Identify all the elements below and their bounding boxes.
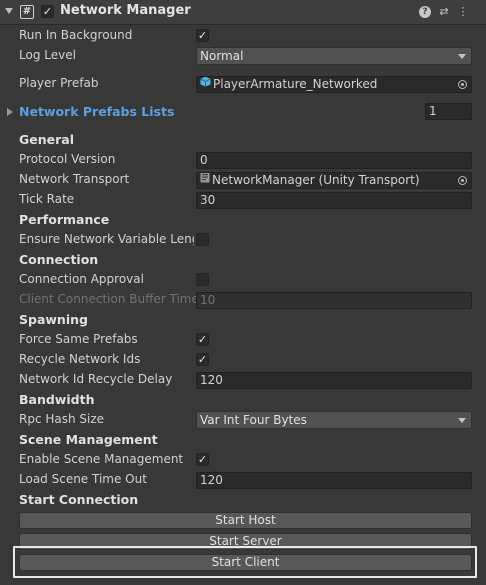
log-level-value: Normal (200, 49, 244, 63)
rpc-hash-size-dropdown[interactable]: Var Int Four Bytes (196, 411, 472, 429)
object-picker-icon[interactable] (458, 80, 467, 89)
log-level-label: Log Level (19, 48, 76, 62)
protocol-version-label: Protocol Version (19, 152, 116, 166)
load-scene-time-out-label: Load Scene Time Out (19, 472, 147, 486)
more-options-icon[interactable]: ⋮ (456, 5, 470, 19)
section-start-connection: Start Connection (19, 492, 139, 507)
rpc-hash-size-value: Var Int Four Bytes (200, 413, 307, 427)
network-prefabs-lists-label[interactable]: Network Prefabs Lists (19, 104, 174, 119)
network-prefabs-foldout-icon[interactable] (7, 108, 13, 116)
script-icon: # (20, 5, 34, 19)
section-performance: Performance (19, 212, 110, 227)
recycle-network-ids-label: Recycle Network Ids (19, 352, 141, 366)
object-picker-icon[interactable] (458, 176, 467, 185)
section-general: General (19, 132, 74, 147)
enable-scene-management-checkbox[interactable]: ✓ (196, 453, 209, 466)
foldout-arrow-icon[interactable] (5, 8, 13, 14)
tick-rate-label: Tick Rate (19, 192, 75, 206)
transport-script-icon (200, 173, 210, 187)
client-connection-buffer-label: Client Connection Buffer Timeo (19, 292, 196, 306)
section-spawning: Spawning (19, 312, 88, 327)
network-prefabs-lists-count[interactable]: 1 (425, 103, 472, 120)
network-id-recycle-delay-label: Network Id Recycle Delay (19, 372, 173, 386)
network-id-recycle-delay-input[interactable]: 120 (196, 372, 472, 389)
component-title: Network Manager (60, 3, 191, 18)
force-same-prefabs-label: Force Same Prefabs (19, 332, 138, 346)
chevron-down-icon (458, 54, 466, 59)
presets-icon[interactable]: ⇄ (437, 5, 451, 19)
prefab-cube-icon (200, 77, 211, 91)
client-connection-buffer-input: 10 (196, 292, 472, 309)
ensure-network-variable-label: Ensure Network Variable Lengt (19, 232, 194, 246)
component-enabled-checkbox[interactable]: ✓ (41, 5, 54, 18)
rpc-hash-size-label: Rpc Hash Size (19, 412, 105, 426)
tick-rate-input[interactable]: 30 (196, 192, 472, 209)
section-scene-management: Scene Management (19, 432, 158, 447)
run-in-background-checkbox[interactable]: ✓ (196, 29, 209, 42)
component-header: # ✓ Network Manager ? ⇄ ⋮ (0, 0, 486, 25)
connection-approval-checkbox[interactable] (196, 273, 209, 286)
start-host-button[interactable]: Start Host (19, 512, 472, 529)
section-bandwidth: Bandwidth (19, 392, 95, 407)
section-connection: Connection (19, 252, 99, 267)
protocol-version-input[interactable]: 0 (196, 152, 472, 169)
enable-scene-management-label: Enable Scene Management (19, 452, 184, 466)
log-level-dropdown[interactable]: Normal (196, 47, 472, 65)
force-same-prefabs-checkbox[interactable]: ✓ (196, 333, 209, 346)
player-prefab-value: PlayerArmature_Networked (213, 77, 378, 91)
network-transport-field[interactable]: NetworkManager (Unity Transport) (196, 172, 472, 189)
network-transport-label: Network Transport (19, 172, 130, 186)
ensure-network-variable-checkbox[interactable] (196, 233, 209, 246)
start-client-highlight (13, 546, 477, 578)
network-transport-value: NetworkManager (Unity Transport) (212, 173, 420, 187)
player-prefab-field[interactable]: PlayerArmature_Networked (196, 76, 472, 93)
player-prefab-label: Player Prefab (19, 76, 99, 90)
run-in-background-label: Run In Background (19, 28, 133, 42)
load-scene-time-out-input[interactable]: 120 (196, 472, 472, 489)
chevron-down-icon (458, 418, 466, 423)
help-icon[interactable]: ? (419, 6, 431, 18)
recycle-network-ids-checkbox[interactable]: ✓ (196, 353, 209, 366)
connection-approval-label: Connection Approval (19, 272, 144, 286)
